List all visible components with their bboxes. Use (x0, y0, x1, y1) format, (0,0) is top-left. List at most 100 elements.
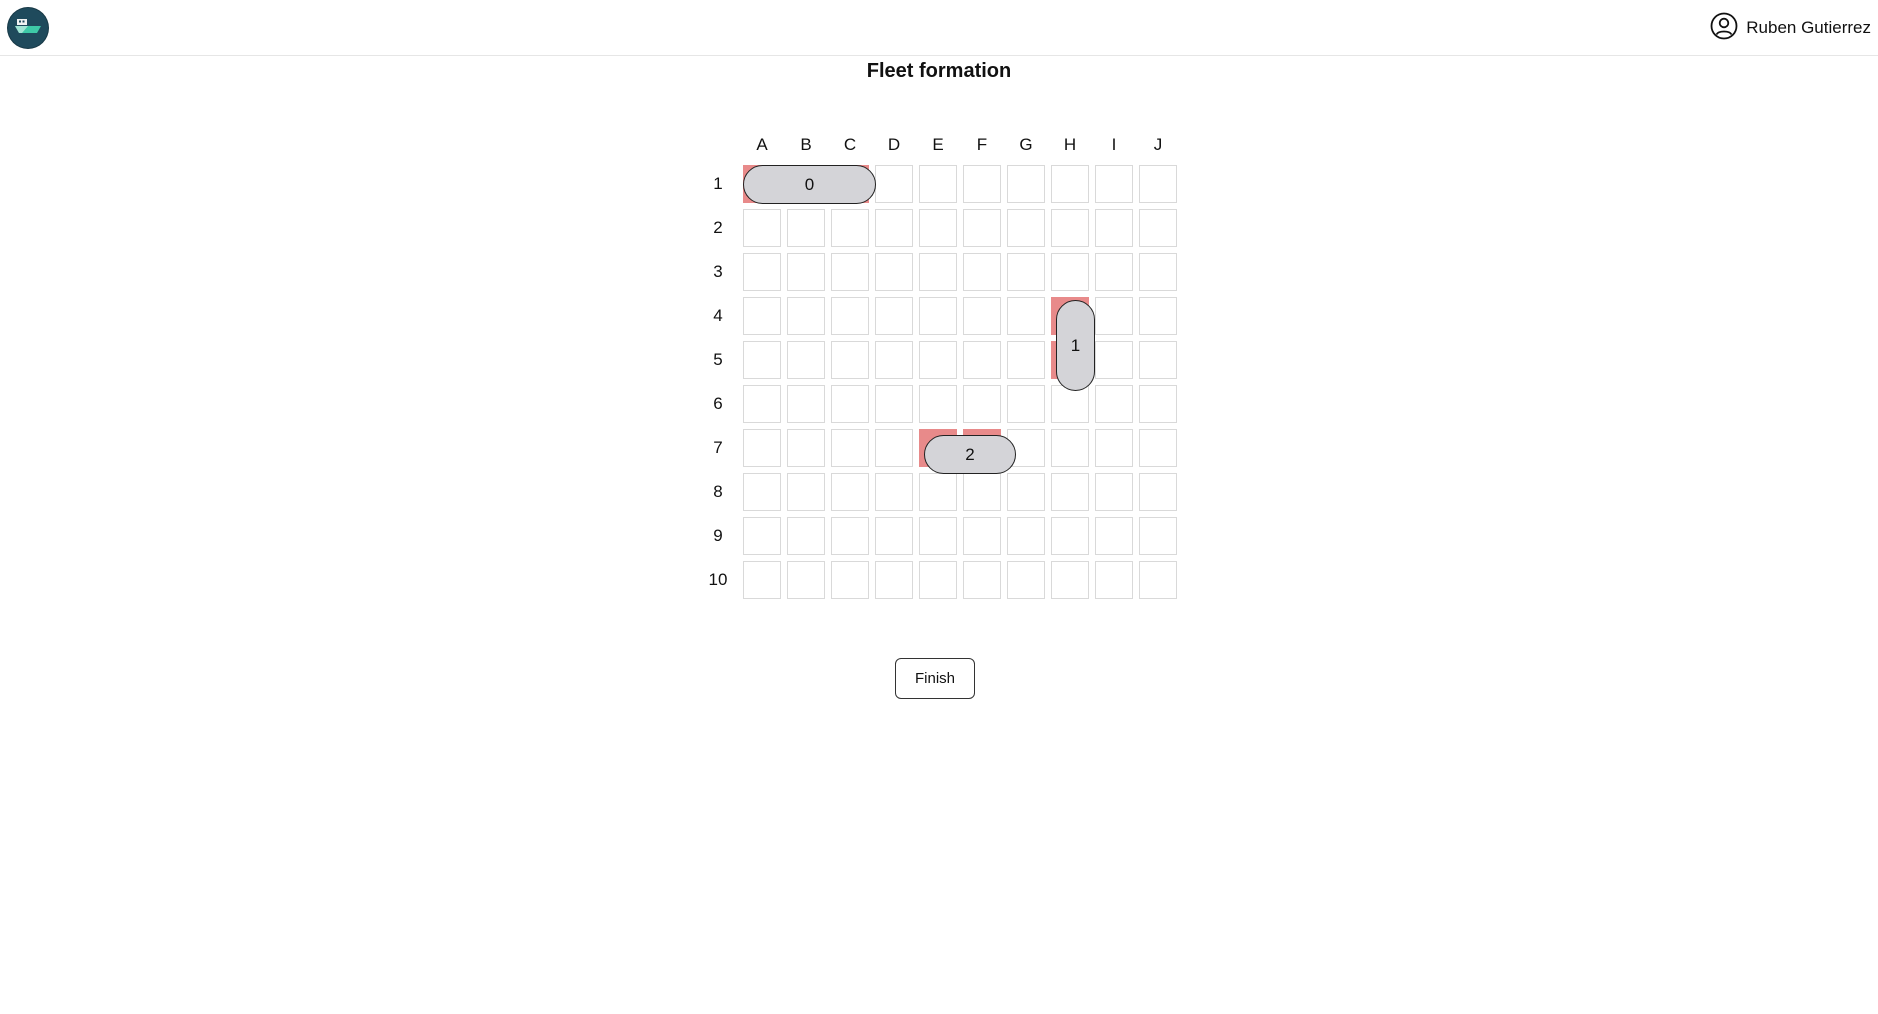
grid-cell-b5[interactable] (787, 341, 825, 379)
grid-cell-b7[interactable] (787, 429, 825, 467)
grid-cell-j2[interactable] (1139, 209, 1177, 247)
grid-cell-j8[interactable] (1139, 473, 1177, 511)
grid-cell-d4[interactable] (875, 297, 913, 335)
grid-cell-d8[interactable] (875, 473, 913, 511)
grid-cell-i10[interactable] (1095, 561, 1133, 599)
grid-cell-b4[interactable] (787, 297, 825, 335)
grid-cell-c10[interactable] (831, 561, 869, 599)
ship-1[interactable]: 1 (1056, 300, 1095, 391)
grid-cell-i8[interactable] (1095, 473, 1133, 511)
grid-cell-c4[interactable] (831, 297, 869, 335)
grid-cell-g6[interactable] (1007, 385, 1045, 423)
grid-cell-f6[interactable] (963, 385, 1001, 423)
column-label-d: D (887, 135, 901, 154)
grid-cell-e1[interactable] (919, 165, 957, 203)
grid-cell-e8[interactable] (919, 473, 957, 511)
grid-cell-d5[interactable] (875, 341, 913, 379)
grid-cell-j7[interactable] (1139, 429, 1177, 467)
grid-cell-b9[interactable] (787, 517, 825, 555)
grid-cell-f1[interactable] (963, 165, 1001, 203)
grid-cell-j3[interactable] (1139, 253, 1177, 291)
grid-cell-g3[interactable] (1007, 253, 1045, 291)
grid-cell-c6[interactable] (831, 385, 869, 423)
finish-button[interactable]: Finish (895, 658, 975, 699)
grid-cell-i1[interactable] (1095, 165, 1133, 203)
grid-cell-e10[interactable] (919, 561, 957, 599)
grid-cell-f2[interactable] (963, 209, 1001, 247)
grid-cell-h10[interactable] (1051, 561, 1089, 599)
grid-cell-c3[interactable] (831, 253, 869, 291)
grid-cell-i5[interactable] (1095, 341, 1133, 379)
grid-cell-b2[interactable] (787, 209, 825, 247)
grid-cell-h8[interactable] (1051, 473, 1089, 511)
grid-cell-d10[interactable] (875, 561, 913, 599)
grid-cell-f9[interactable] (963, 517, 1001, 555)
grid-cell-h9[interactable] (1051, 517, 1089, 555)
grid-cell-g1[interactable] (1007, 165, 1045, 203)
grid-cell-b3[interactable] (787, 253, 825, 291)
grid-cell-f5[interactable] (963, 341, 1001, 379)
grid-cell-f10[interactable] (963, 561, 1001, 599)
grid-cell-i4[interactable] (1095, 297, 1133, 335)
grid-cell-f8[interactable] (963, 473, 1001, 511)
grid-cell-j9[interactable] (1139, 517, 1177, 555)
grid-cell-h6[interactable] (1051, 385, 1089, 423)
grid-cell-g5[interactable] (1007, 341, 1045, 379)
column-label-e: E (932, 135, 944, 154)
grid-cell-g9[interactable] (1007, 517, 1045, 555)
grid-cell-b6[interactable] (787, 385, 825, 423)
grid-cell-a3[interactable] (743, 253, 781, 291)
grid-cell-g2[interactable] (1007, 209, 1045, 247)
grid-cell-g4[interactable] (1007, 297, 1045, 335)
grid-cell-a4[interactable] (743, 297, 781, 335)
grid-cell-h3[interactable] (1051, 253, 1089, 291)
grid-cell-c5[interactable] (831, 341, 869, 379)
grid-cell-j1[interactable] (1139, 165, 1177, 203)
grid-cell-i6[interactable] (1095, 385, 1133, 423)
grid-cell-h1[interactable] (1051, 165, 1089, 203)
grid-cell-j4[interactable] (1139, 297, 1177, 335)
grid-cell-b10[interactable] (787, 561, 825, 599)
grid-cell-h2[interactable] (1051, 209, 1089, 247)
grid-cell-a7[interactable] (743, 429, 781, 467)
row-label-7: 7 (713, 438, 723, 457)
grid-cell-a6[interactable] (743, 385, 781, 423)
grid-cell-g8[interactable] (1007, 473, 1045, 511)
grid-cell-i7[interactable] (1095, 429, 1133, 467)
grid-cell-c8[interactable] (831, 473, 869, 511)
ship-0[interactable]: 0 (743, 165, 876, 204)
grid-cell-i3[interactable] (1095, 253, 1133, 291)
grid-cell-e6[interactable] (919, 385, 957, 423)
grid-cell-e9[interactable] (919, 517, 957, 555)
grid-cell-h7[interactable] (1051, 429, 1089, 467)
ship-2[interactable]: 2 (924, 435, 1016, 474)
grid-cell-a8[interactable] (743, 473, 781, 511)
grid-cell-j6[interactable] (1139, 385, 1177, 423)
grid-cell-c2[interactable] (831, 209, 869, 247)
grid-cell-j10[interactable] (1139, 561, 1177, 599)
grid-cell-a5[interactable] (743, 341, 781, 379)
grid-cell-i9[interactable] (1095, 517, 1133, 555)
grid-cell-e3[interactable] (919, 253, 957, 291)
grid-cell-a9[interactable] (743, 517, 781, 555)
grid-cell-d6[interactable] (875, 385, 913, 423)
grid-cell-b8[interactable] (787, 473, 825, 511)
grid-cell-d2[interactable] (875, 209, 913, 247)
grid-cell-d9[interactable] (875, 517, 913, 555)
grid-cell-e4[interactable] (919, 297, 957, 335)
grid-cell-i2[interactable] (1095, 209, 1133, 247)
grid-cell-c7[interactable] (831, 429, 869, 467)
grid-cell-g10[interactable] (1007, 561, 1045, 599)
grid-cell-f3[interactable] (963, 253, 1001, 291)
grid-cell-a2[interactable] (743, 209, 781, 247)
grid-cell-c9[interactable] (831, 517, 869, 555)
grid-cell-d1[interactable] (875, 165, 913, 203)
grid-cell-j5[interactable] (1139, 341, 1177, 379)
grid-cell-d3[interactable] (875, 253, 913, 291)
grid-cell-e2[interactable] (919, 209, 957, 247)
grid-cell-a10[interactable] (743, 561, 781, 599)
grid-cell-d7[interactable] (875, 429, 913, 467)
grid-cell-e5[interactable] (919, 341, 957, 379)
column-label-i: I (1111, 135, 1117, 154)
grid-cell-f4[interactable] (963, 297, 1001, 335)
